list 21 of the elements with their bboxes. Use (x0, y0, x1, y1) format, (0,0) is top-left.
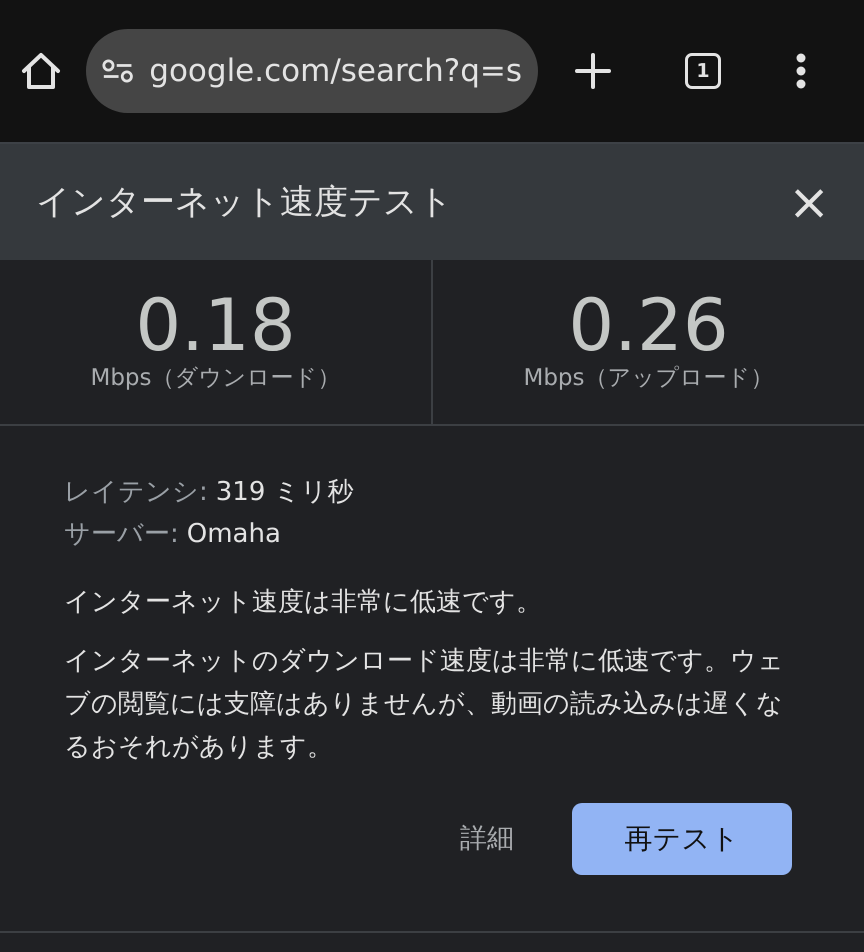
home-icon[interactable] (20, 51, 62, 91)
speed-value: 0.26 (568, 288, 729, 361)
menu-icon[interactable] (795, 53, 807, 89)
detail-label: レイテンシ: (64, 476, 208, 509)
detail-value: Omaha (186, 518, 281, 551)
tab-count[interactable]: 1 (685, 53, 721, 89)
url-text: google.com/search?q=s (149, 52, 522, 91)
plus-icon[interactable] (575, 53, 611, 89)
address-bar[interactable]: google.com/search?q=s (86, 29, 538, 113)
summary-text: インターネット速度は非常に低速です。 (64, 586, 543, 619)
retest-button[interactable]: 再テスト (572, 803, 792, 875)
description-text: インターネットのダウンロード速度は非常に低速です。ウェブの閲覧には支障はありませんが、動画の読み込みは遅くなるおそれがあります。 (64, 645, 785, 764)
speed-value: 0.18 (135, 288, 296, 361)
close-button[interactable]: × (788, 177, 830, 227)
speed-unit: Mbps（アップロード） (523, 364, 774, 393)
panel-title: インターネット速度テスト (36, 180, 453, 224)
site-settings-icon[interactable] (102, 58, 134, 84)
details-button[interactable]: 詳細 (450, 810, 524, 868)
speed-unit: Mbps（ダウンロード） (90, 364, 341, 393)
detail-label: サーバー: (64, 518, 179, 551)
detail-value: 319 ミリ秒 (216, 476, 354, 509)
